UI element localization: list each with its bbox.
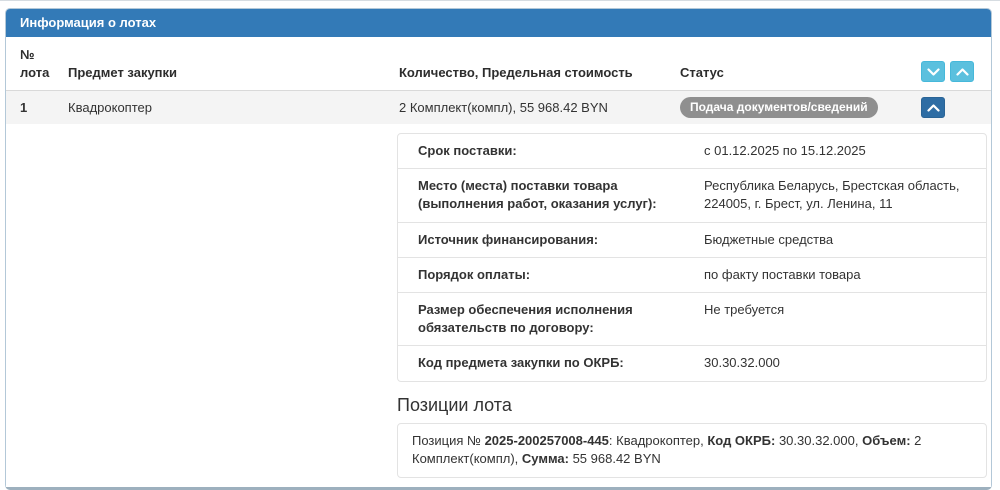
lot-number: 1 — [20, 99, 28, 115]
header-quantity: Количество, Предельная стоимость — [399, 65, 633, 80]
detail-row: Источник финансирования: Бюджетные средс… — [398, 221, 986, 257]
lot-details-table: Срок поставки: с 01.12.2025 по 15.12.202… — [397, 133, 987, 382]
lot-row: 1 Квадрокоптер 2 Комплект(компл), 55 968… — [6, 91, 991, 124]
bulk-toggle-buttons — [909, 61, 991, 82]
lot-subject: Квадрокоптер — [68, 99, 152, 115]
lot-details-section: Срок поставки: с 01.12.2025 по 15.12.202… — [6, 124, 991, 488]
chevron-up-icon — [926, 103, 940, 112]
detail-row: Срок поставки: с 01.12.2025 по 15.12.202… — [398, 134, 986, 168]
detail-value: Республика Беларусь, Брестская область, … — [704, 178, 960, 212]
header-subject: Предмет закупки — [68, 65, 178, 80]
table-header-row: № лота Предмет закупки Количество, Преде… — [6, 37, 991, 91]
lot-quantity: 2 Комплект(компл), 55 968.42 BYN — [399, 99, 608, 115]
detail-value: 30.30.32.000 — [704, 355, 780, 371]
position-text: Позиция № 2025-200257008-445: Квадрокопт… — [412, 432, 922, 467]
chevron-up-icon — [955, 67, 969, 76]
detail-row: Размер обеспечения исполнения обязательс… — [398, 291, 986, 345]
detail-row: Код предмета закупки по ОКРБ: 30.30.32.0… — [398, 345, 986, 380]
detail-label: Источник финансирования: — [418, 231, 599, 247]
lot-toggle-cell — [909, 97, 991, 118]
detail-value: по факту поставки товара — [704, 266, 861, 282]
detail-label: Размер обеспечения исполнения обязательс… — [418, 301, 633, 336]
page: { "panel": { "title": "Информация о лота… — [0, 0, 1000, 490]
lot-collapse-button[interactable] — [921, 97, 945, 118]
expand-all-button[interactable] — [921, 61, 945, 82]
lots-info-panel: Информация о лотах № лота Предмет закупк… — [5, 8, 992, 490]
detail-label: Срок поставки: — [418, 143, 517, 158]
positions-section-title: Позиции лота — [397, 394, 512, 415]
detail-label: Код предмета закупки по ОКРБ: — [418, 355, 624, 371]
lot-position-item: Позиция № 2025-200257008-445: Квадрокопт… — [397, 422, 987, 479]
detail-label: Порядок оплаты: — [418, 266, 531, 282]
panel-title: Информация о лотах — [6, 9, 991, 37]
lot-status-cell: Подача документов/сведений — [680, 97, 909, 118]
detail-value: Не требуется — [704, 301, 785, 317]
header-lot-number: № лота — [20, 47, 50, 80]
chevron-down-icon — [926, 67, 940, 76]
detail-value: с 01.12.2025 по 15.12.2025 — [704, 143, 866, 158]
status-badge: Подача документов/сведений — [680, 97, 878, 118]
detail-label: Место (места) поставки товара (выполнени… — [418, 178, 657, 212]
header-status: Статус — [680, 65, 724, 80]
detail-row: Порядок оплаты: по факту поставки товара — [398, 256, 986, 292]
detail-row: Место (места) поставки товара (выполнени… — [398, 168, 986, 221]
detail-value: Бюджетные средства — [704, 231, 834, 247]
collapse-all-button[interactable] — [950, 61, 974, 82]
